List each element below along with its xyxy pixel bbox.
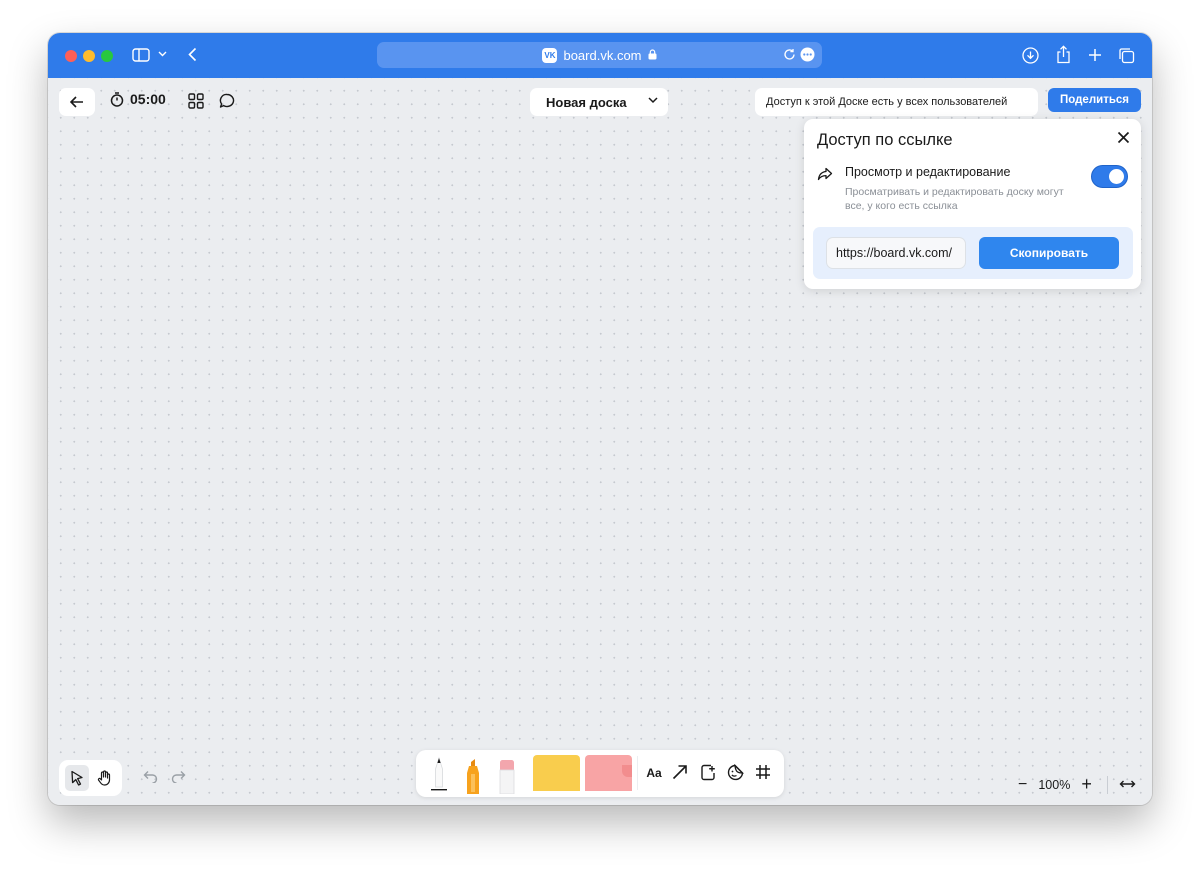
zoom-out-button[interactable]: − [1018, 776, 1027, 794]
board-canvas[interactable]: 05:00 Новая доска Доступ к этой Доске ес… [48, 78, 1152, 805]
address-bar[interactable]: VK board.vk.com [377, 42, 822, 68]
link-access-popover: Доступ по ссылке Просмотр и редактирован… [804, 119, 1141, 289]
share-link-value: https://board.vk.com/ [836, 246, 953, 260]
maximize-window-button[interactable] [101, 50, 113, 62]
comment-icon[interactable] [219, 93, 235, 114]
more-options-icon[interactable] [800, 47, 815, 65]
share-link-field[interactable]: https://board.vk.com/ [826, 237, 966, 269]
text-tool[interactable]: Aa [644, 762, 664, 784]
frame-icon[interactable] [754, 763, 772, 781]
cursor-arrow-icon [71, 770, 83, 786]
pen-tool[interactable] [428, 754, 450, 794]
edit-access-toggle[interactable] [1091, 165, 1128, 188]
sticky-note-pink[interactable] [585, 755, 632, 791]
undo-icon[interactable] [143, 770, 158, 788]
pen-icon [431, 756, 447, 791]
text-tool-label: Aa [646, 766, 662, 780]
hand-icon [97, 770, 110, 786]
zoom-level[interactable]: 100% [1038, 778, 1070, 792]
close-window-button[interactable] [65, 50, 77, 62]
permission-title: Просмотр и редактирование [845, 165, 1011, 179]
minimize-window-button[interactable] [83, 50, 95, 62]
browser-titlebar: VK board.vk.com [48, 33, 1152, 78]
zoom-in-button[interactable]: + [1081, 774, 1092, 795]
forward-share-icon [817, 167, 833, 186]
apps-grid-icon[interactable] [188, 93, 204, 114]
timer-value: 05:00 [130, 91, 166, 107]
vk-favicon-icon: VK [542, 47, 558, 63]
zoom-divider [1106, 775, 1108, 794]
back-button[interactable] [59, 88, 95, 116]
reload-icon[interactable] [783, 48, 796, 64]
lock-icon [648, 48, 657, 63]
fit-width-icon[interactable] [1119, 778, 1136, 792]
copy-link-label: Скопировать [1009, 246, 1089, 260]
sticky-note-yellow[interactable] [533, 755, 580, 791]
toolbar-divider [637, 756, 638, 790]
share-page-icon[interactable] [1056, 45, 1071, 64]
redo-icon[interactable] [171, 770, 186, 788]
browser-window: VK board.vk.com 05:00 Новая доска Доступ… [48, 33, 1152, 805]
board-title-dropdown[interactable]: Новая доска [530, 88, 668, 116]
tab-overview-icon[interactable] [1118, 47, 1135, 64]
highlighter-icon [467, 759, 479, 794]
copy-link-button[interactable]: Скопировать [979, 237, 1119, 269]
share-button-label: Поделиться [1059, 94, 1130, 106]
eraser-tool[interactable] [496, 753, 518, 795]
link-panel: https://board.vk.com/ Скопировать [813, 227, 1133, 279]
access-note-tooltip: Доступ к этой Доске есть у всех пользова… [755, 88, 1038, 116]
sidebar-toggle-icon[interactable] [132, 48, 150, 62]
arrow-icon[interactable] [671, 763, 689, 781]
close-icon[interactable] [1117, 131, 1130, 149]
address-bar-url: board.vk.com [563, 47, 642, 63]
navigation-tools [59, 760, 122, 796]
chevron-down-icon[interactable] [158, 51, 167, 57]
select-tool[interactable] [64, 765, 89, 791]
download-icon[interactable] [1022, 47, 1039, 64]
eraser-icon [499, 760, 515, 794]
add-shape-icon[interactable] [699, 763, 717, 781]
timer[interactable]: 05:00 [110, 91, 166, 107]
popover-title: Доступ по ссылке [817, 131, 953, 149]
permission-description: Просматривать и редактировать доску могу… [845, 186, 1064, 212]
drawing-toolbar: Aa [416, 750, 784, 797]
pan-tool[interactable] [92, 765, 116, 791]
arrow-left-icon [70, 96, 83, 108]
chevron-down-icon [648, 97, 658, 104]
stopwatch-icon [110, 91, 124, 107]
zoom-controls: − 100% + [1018, 774, 1136, 795]
sticker-icon[interactable] [726, 763, 744, 781]
sticky-fold [622, 765, 632, 777]
toggle-knob [1109, 169, 1124, 184]
access-note-text: Доступ к этой Доске есть у всех пользова… [766, 96, 1008, 108]
share-button[interactable]: Поделиться [1048, 88, 1141, 112]
marker-tool[interactable] [461, 753, 485, 795]
board-title: Новая доска [546, 94, 627, 110]
back-nav-icon[interactable] [188, 47, 197, 62]
new-tab-icon[interactable] [1088, 48, 1102, 62]
